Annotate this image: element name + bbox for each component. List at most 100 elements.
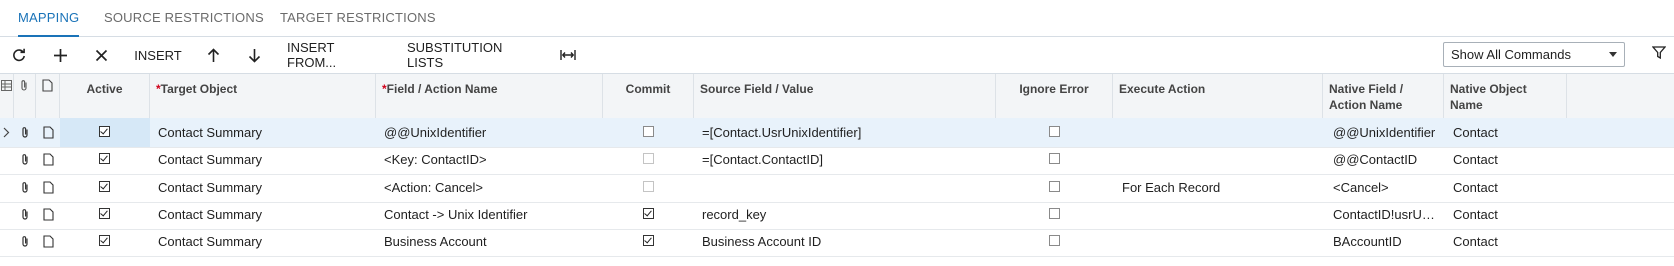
field-action-cell[interactable]: Business Account xyxy=(384,227,596,256)
execute-action-cell[interactable] xyxy=(1122,200,1318,229)
table-row[interactable]: Contact Summary Business Account Business … xyxy=(0,227,1674,258)
note-icon[interactable] xyxy=(43,235,54,248)
delete-row-button[interactable] xyxy=(90,37,112,73)
add-row-button[interactable] xyxy=(49,37,71,73)
target-object-cell[interactable]: Contact Summary xyxy=(158,145,370,174)
insert-from-button[interactable]: INSERT FROM... xyxy=(287,37,383,73)
ignore-error-checkbox[interactable] xyxy=(1049,153,1060,165)
column-execute-action[interactable]: Execute Action xyxy=(1113,74,1323,118)
refresh-icon xyxy=(13,48,25,62)
native-object-cell[interactable]: Contact xyxy=(1453,200,1563,229)
native-field-cell[interactable]: @@UnixIdentifier xyxy=(1333,118,1439,147)
field-action-cell[interactable]: <Key: ContactID> xyxy=(384,145,596,174)
field-action-cell[interactable]: Contact -> Unix Identifier xyxy=(384,200,596,229)
execute-action-cell[interactable] xyxy=(1122,145,1318,174)
tab-target-restrictions[interactable]: TARGET RESTRICTIONS xyxy=(280,0,436,36)
grid-header: Active *Target Object *Field / Action Na… xyxy=(0,74,1674,119)
table-row[interactable]: Contact Summary <Key: ContactID> =[Contact… xyxy=(0,145,1674,176)
column-native-object-name[interactable]: Native Object Name xyxy=(1444,74,1567,118)
column-active[interactable]: Active xyxy=(60,74,150,118)
tab-bar: MAPPING SOURCE RESTRICTIONS TARGET RESTR… xyxy=(0,0,1674,37)
source-field-cell[interactable]: =[Contact.UsrUnixIdentifier] xyxy=(702,118,990,147)
ignore-error-checkbox[interactable] xyxy=(1049,235,1060,247)
tab-source-restrictions[interactable]: SOURCE RESTRICTIONS xyxy=(104,0,264,36)
target-object-cell[interactable]: Contact Summary xyxy=(158,200,370,229)
column-ignore-error[interactable]: Ignore Error xyxy=(996,74,1113,118)
execute-action-cell[interactable]: For Each Record xyxy=(1122,173,1318,202)
native-object-cell[interactable]: Contact xyxy=(1453,145,1563,174)
execute-action-cell[interactable] xyxy=(1122,118,1318,147)
column-field-action-name[interactable]: *Field / Action Name xyxy=(376,74,603,118)
note-icon xyxy=(42,79,53,92)
refresh-button[interactable] xyxy=(8,37,30,73)
tab-mapping[interactable]: MAPPING xyxy=(18,0,80,37)
target-object-cell[interactable]: Contact Summary xyxy=(158,173,370,202)
current-row-indicator-icon xyxy=(3,127,10,138)
fit-columns-icon xyxy=(560,50,576,60)
paperclip-icon[interactable] xyxy=(20,208,30,221)
native-field-cell[interactable]: @@ContactID xyxy=(1333,145,1439,174)
commit-checkbox[interactable] xyxy=(643,180,654,192)
commit-checkbox[interactable] xyxy=(643,235,654,247)
paperclip-icon[interactable] xyxy=(20,235,30,248)
grid-settings-icon xyxy=(1,80,12,91)
note-icon[interactable] xyxy=(43,153,54,166)
active-checkbox[interactable] xyxy=(99,153,110,165)
paperclip-icon[interactable] xyxy=(20,181,30,194)
field-action-cell[interactable]: @@UnixIdentifier xyxy=(384,118,596,147)
native-object-cell[interactable]: Contact xyxy=(1453,118,1563,147)
target-object-cell[interactable]: Contact Summary xyxy=(158,118,370,147)
native-object-cell[interactable]: Contact xyxy=(1453,173,1563,202)
close-icon xyxy=(95,49,107,61)
insert-button[interactable]: INSERT xyxy=(134,37,181,73)
native-object-cell[interactable]: Contact xyxy=(1453,227,1563,256)
arrow-down-icon xyxy=(248,48,260,63)
source-field-cell[interactable]: Business Account ID xyxy=(702,227,990,256)
ignore-error-checkbox[interactable] xyxy=(1049,126,1060,137)
column-source-field-value[interactable]: Source Field / Value xyxy=(694,74,996,118)
fit-columns-button[interactable] xyxy=(558,37,578,73)
commit-checkbox[interactable] xyxy=(643,153,654,165)
native-field-cell[interactable]: <Cancel> xyxy=(1333,173,1439,202)
target-object-cell[interactable]: Contact Summary xyxy=(158,227,370,256)
filter-icon xyxy=(1651,46,1667,60)
table-row[interactable]: Contact Summary <Action: Cancel> For Each … xyxy=(0,173,1674,203)
ignore-error-checkbox[interactable] xyxy=(1049,180,1060,192)
source-field-cell[interactable]: record_key xyxy=(702,200,990,229)
substitution-lists-button[interactable]: SUBSTITUTION LISTS xyxy=(407,37,535,73)
note-icon[interactable] xyxy=(43,126,54,139)
filter-button[interactable] xyxy=(1651,46,1667,62)
active-checkbox[interactable] xyxy=(99,180,110,192)
move-up-button[interactable] xyxy=(203,37,223,73)
native-field-cell[interactable]: BAccountID xyxy=(1333,227,1439,256)
table-row[interactable]: Contact Summary @@UnixIdentifier =[Contact… xyxy=(0,118,1674,148)
note-header xyxy=(36,74,60,118)
column-target-object[interactable]: *Target Object xyxy=(150,74,376,118)
commit-checkbox[interactable] xyxy=(643,207,654,219)
field-action-cell[interactable]: <Action: Cancel> xyxy=(384,173,596,202)
toolbar: INSERT INSERT FROM... SUBSTITUTION LISTS xyxy=(0,37,1674,74)
column-settings-header[interactable] xyxy=(0,74,14,118)
source-field-cell[interactable]: =[Contact.ContactID] xyxy=(702,145,990,174)
active-checkbox[interactable] xyxy=(99,207,110,219)
execute-action-cell[interactable] xyxy=(1122,227,1318,256)
column-native-field-action-name[interactable]: Native Field / Action Name xyxy=(1323,74,1444,118)
note-icon[interactable] xyxy=(43,181,54,194)
ignore-error-checkbox[interactable] xyxy=(1049,207,1060,219)
commands-select[interactable]: Show All Commands xyxy=(1443,42,1625,67)
active-checkbox[interactable] xyxy=(99,235,110,247)
move-down-button[interactable] xyxy=(244,37,264,73)
table-row[interactable]: Contact Summary Contact -> Unix Identifie… xyxy=(0,200,1674,230)
paperclip-icon[interactable] xyxy=(20,153,30,166)
commands-select-value: Show All Commands xyxy=(1451,47,1571,62)
column-commit[interactable]: Commit xyxy=(603,74,694,118)
arrow-up-icon xyxy=(207,47,219,62)
active-checkbox[interactable] xyxy=(99,126,110,137)
note-icon[interactable] xyxy=(43,208,54,221)
native-field-cell[interactable]: ContactID!usrUnixIdentifier xyxy=(1333,200,1439,229)
paperclip-icon[interactable] xyxy=(20,126,30,139)
commit-checkbox[interactable] xyxy=(643,126,654,137)
source-field-cell[interactable] xyxy=(702,173,990,202)
chevron-down-icon xyxy=(1609,52,1617,57)
attachment-header xyxy=(14,74,36,118)
